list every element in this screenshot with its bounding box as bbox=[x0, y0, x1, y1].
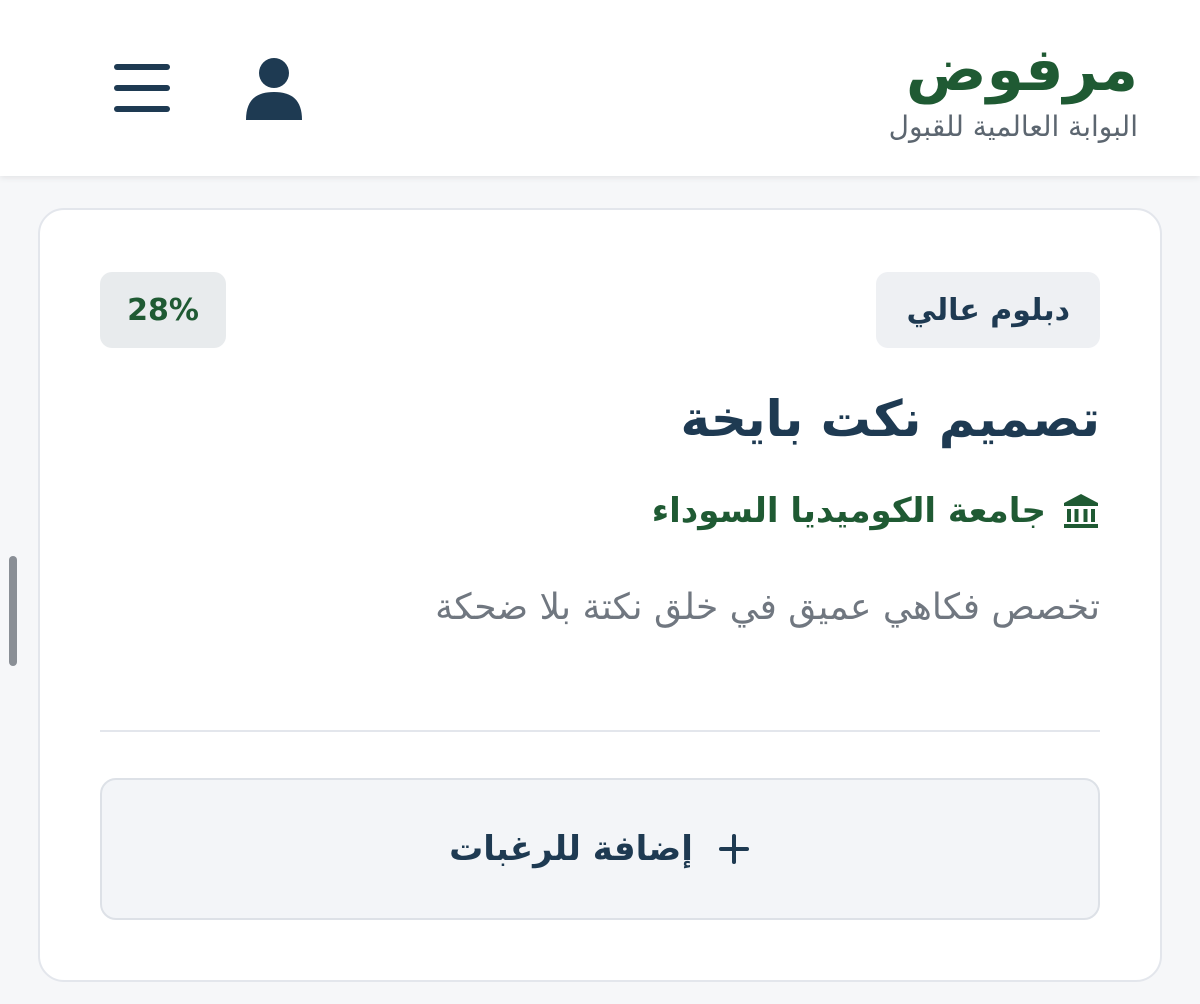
university-building-icon bbox=[1064, 494, 1098, 528]
program-description: تخصص فكاهي عميق في خلق نكتة بلا ضحكة bbox=[435, 587, 1100, 628]
brand-name: مرفوض bbox=[905, 35, 1138, 105]
program-card: دبلوم عالي 28% تصميم نكت بايخة جامعة الك… bbox=[38, 208, 1162, 982]
menu-button[interactable] bbox=[106, 52, 178, 124]
degree-badge: دبلوم عالي bbox=[876, 272, 1100, 348]
app-header: مرفوض البوابة العالمية للقبول bbox=[0, 0, 1200, 176]
university-name: جامعة الكوميديا السوداء bbox=[651, 491, 1046, 531]
scrollbar-thumb[interactable] bbox=[9, 556, 17, 666]
plus-icon bbox=[718, 834, 749, 864]
brand[interactable]: مرفوض البوابة العالمية للقبول bbox=[889, 34, 1138, 144]
program-title[interactable]: تصميم نكت بايخة bbox=[681, 386, 1100, 452]
hamburger-menu-icon bbox=[114, 64, 170, 112]
brand-tagline: البوابة العالمية للقبول bbox=[888, 110, 1138, 143]
match-percent-badge: 28% bbox=[100, 272, 226, 348]
university-row[interactable]: جامعة الكوميديا السوداء bbox=[652, 486, 1100, 536]
add-to-wishlist-label: إضافة للرغبات bbox=[449, 829, 693, 869]
divider bbox=[100, 730, 1100, 732]
page: مرفوض البوابة العالمية للقبول دبلوم عالي… bbox=[0, 0, 1200, 1004]
user-icon bbox=[246, 58, 302, 120]
add-to-wishlist-button[interactable]: إضافة للرغبات bbox=[100, 778, 1100, 920]
user-profile-button[interactable] bbox=[238, 52, 310, 124]
